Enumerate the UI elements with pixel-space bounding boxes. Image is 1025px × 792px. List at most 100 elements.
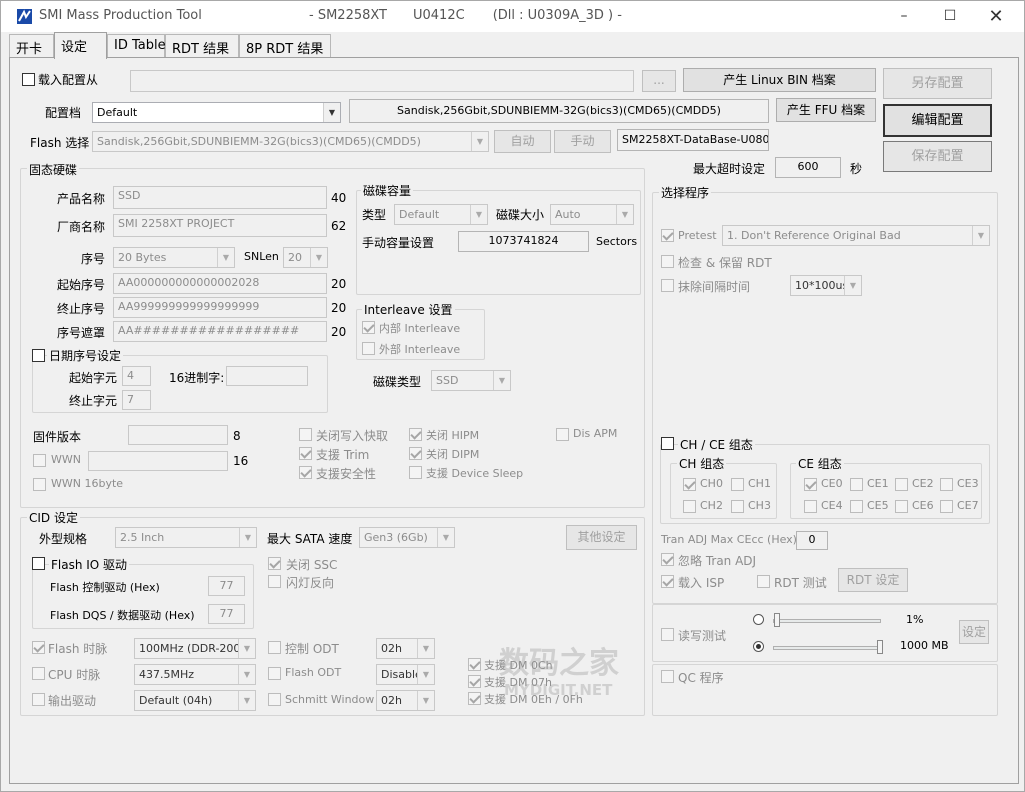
erase-interval-checkbox[interactable]	[661, 279, 674, 292]
flash-odt-checkbox[interactable]	[268, 667, 281, 680]
inner-interleave-checkbox[interactable]	[362, 321, 375, 334]
linux-bin-button[interactable]: 产生 Linux BIN 档案	[683, 68, 876, 92]
flash-io-checkbox[interactable]	[32, 557, 45, 570]
ignore-tran-checkbox[interactable]	[661, 553, 674, 566]
led-reverse-checkbox[interactable]	[268, 575, 281, 588]
dqs-input[interactable]: 77	[208, 604, 245, 624]
rw-test-checkbox[interactable]	[661, 628, 674, 641]
tab-rdt-result[interactable]: RDT 结果	[165, 34, 239, 58]
dipm-checkbox[interactable]	[409, 447, 422, 460]
dm0ch-checkbox[interactable]	[468, 658, 481, 671]
edit-config-button[interactable]: 编辑配置	[883, 104, 992, 137]
ch1-checkbox[interactable]	[731, 478, 744, 491]
auto-button[interactable]: 自动	[494, 130, 551, 153]
ce4-checkbox[interactable]	[804, 500, 817, 513]
rw-settings-button[interactable]: 设定	[959, 620, 989, 644]
flash-clock-select[interactable]: 100MHz (DDR-200) ▼	[134, 638, 256, 659]
date-sn-checkbox[interactable]	[32, 349, 45, 362]
manual-button[interactable]: 手动	[554, 130, 611, 153]
close-button[interactable]: ✕	[973, 1, 1019, 32]
trim-checkbox[interactable]	[299, 447, 312, 460]
browse-button[interactable]: ...	[642, 70, 676, 92]
wwn-checkbox[interactable]	[33, 454, 46, 467]
out-drive-checkbox[interactable]	[32, 693, 45, 706]
type-select[interactable]: Default ▼	[394, 204, 488, 225]
rdt-test-checkbox[interactable]	[757, 575, 770, 588]
sn-mask-input[interactable]: AA##################	[113, 321, 327, 342]
save-as-config-button[interactable]: 另存配置	[883, 68, 992, 99]
percent-slider[interactable]	[773, 619, 881, 623]
form-factor-select[interactable]: 2.5 Inch ▼	[115, 527, 257, 548]
tab-settings[interactable]: 设定	[54, 32, 107, 59]
size-slider[interactable]	[773, 646, 881, 650]
cpu-clock-checkbox[interactable]	[32, 667, 45, 680]
dis-apm-checkbox[interactable]	[556, 428, 569, 441]
ffu-button[interactable]: 产生 FFU 档案	[776, 98, 876, 122]
tab-8p-rdt-result[interactable]: 8P RDT 结果	[239, 34, 331, 58]
check-rdt-checkbox[interactable]	[661, 255, 674, 268]
ch3-checkbox[interactable]	[731, 500, 744, 513]
ctrl-odt-checkbox[interactable]	[268, 641, 281, 654]
schmitt-checkbox[interactable]	[268, 693, 281, 706]
sata-speed-select[interactable]: Gen3 (6Gb) ▼	[359, 527, 455, 548]
end-char-input[interactable]: 7	[122, 390, 151, 410]
out-drive-select[interactable]: Default (04h) ▼	[134, 690, 256, 711]
tab-id-table[interactable]: ID Table	[107, 34, 166, 58]
load-config-path[interactable]	[130, 70, 634, 92]
ce0-checkbox[interactable]	[804, 478, 817, 491]
chce-checkbox[interactable]	[661, 437, 674, 450]
cpu-clock-select[interactable]: 437.5MHz ▼	[134, 664, 256, 685]
tab-open-card[interactable]: 开卡	[9, 34, 54, 58]
ce7-checkbox[interactable]	[940, 500, 953, 513]
dm07-checkbox[interactable]	[468, 675, 481, 688]
disk-type-select[interactable]: SSD ▼	[431, 370, 511, 391]
start-char-input[interactable]: 4	[122, 366, 151, 386]
vendor-input[interactable]: SMI 2258XT PROJECT	[113, 214, 327, 237]
percent-slider-thumb[interactable]	[774, 613, 780, 627]
product-name-input[interactable]: SSD	[113, 186, 327, 209]
hex-char-input[interactable]	[226, 366, 308, 386]
hipm-checkbox[interactable]	[409, 428, 422, 441]
other-settings-button[interactable]: 其他设定	[566, 525, 637, 550]
ch2-checkbox[interactable]	[683, 500, 696, 513]
flash-select[interactable]: Sandisk,256Gbit,SDUNBIEMM-32G(bics3)(CMD…	[92, 131, 489, 152]
pretest-checkbox[interactable]	[661, 229, 674, 242]
size-slider-thumb[interactable]	[877, 640, 883, 654]
schmitt-select[interactable]: 02h ▼	[376, 690, 435, 711]
wwn-input[interactable]	[88, 451, 228, 471]
load-isp-checkbox[interactable]	[661, 575, 674, 588]
rw-percent-radio[interactable]	[753, 614, 764, 625]
rw-size-radio[interactable]	[753, 641, 764, 652]
start-sn-input[interactable]: AA000000000000002028	[113, 273, 327, 294]
disk-size-select[interactable]: Auto ▼	[550, 204, 634, 225]
manual-capacity-input[interactable]: 1073741824	[458, 231, 589, 252]
close-ssc-checkbox[interactable]	[268, 557, 281, 570]
serial-select[interactable]: 20 Bytes ▼	[113, 247, 235, 268]
wwn16-checkbox[interactable]	[33, 478, 46, 491]
ch0-checkbox[interactable]	[683, 478, 696, 491]
save-config-button[interactable]: 保存配置	[883, 141, 992, 172]
tran-adj-input[interactable]: 0	[796, 531, 828, 550]
ce1-checkbox[interactable]	[850, 478, 863, 491]
ce5-checkbox[interactable]	[850, 500, 863, 513]
ce6-checkbox[interactable]	[895, 500, 908, 513]
end-sn-input[interactable]: AA999999999999999999	[113, 297, 327, 318]
fw-input[interactable]	[128, 425, 228, 445]
timeout-input[interactable]: 600	[775, 157, 841, 178]
device-sleep-checkbox[interactable]	[409, 466, 422, 479]
ce3-checkbox[interactable]	[940, 478, 953, 491]
dm0e-checkbox[interactable]	[468, 692, 481, 705]
pretest-select[interactable]: 1. Don't Reference Original Bad ▼	[722, 225, 990, 246]
flash-clock-checkbox[interactable]	[32, 641, 45, 654]
load-config-checkbox[interactable]	[22, 73, 35, 86]
ctrl-drive-input[interactable]: 77	[208, 576, 245, 596]
qc-checkbox[interactable]	[661, 670, 674, 683]
rdt-settings-button[interactable]: RDT 设定	[838, 568, 908, 592]
security-checkbox[interactable]	[299, 466, 312, 479]
config-select[interactable]: Default ▼	[92, 102, 341, 123]
outer-interleave-checkbox[interactable]	[362, 342, 375, 355]
maximize-button[interactable]: ☐	[927, 1, 973, 32]
close-write-cache-checkbox[interactable]	[299, 428, 312, 441]
flash-odt-select[interactable]: Disable ▼	[376, 664, 435, 685]
snlen-select[interactable]: 20 ▼	[283, 247, 328, 268]
